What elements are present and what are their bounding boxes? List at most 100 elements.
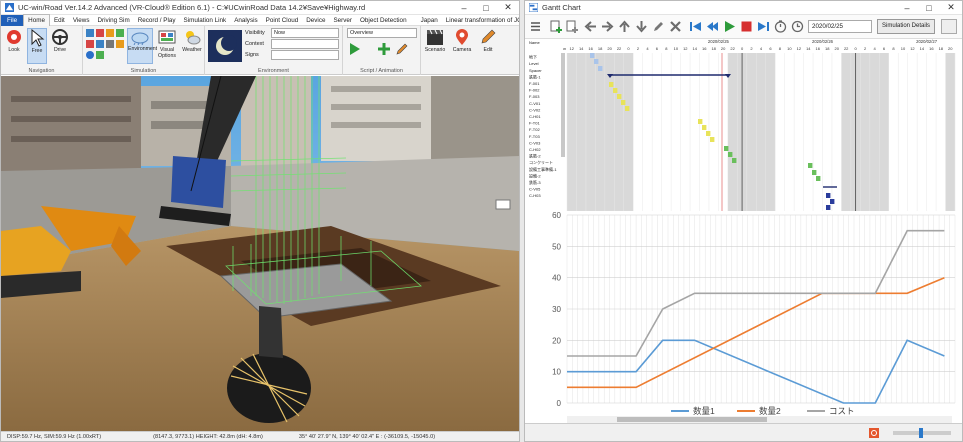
date-picker[interactable]: 2020/02/25 (808, 20, 872, 33)
warning-icon[interactable] (869, 428, 879, 438)
stop-icon[interactable] (740, 20, 753, 33)
zoom-slider[interactable] (893, 428, 951, 438)
skip-back-icon[interactable] (689, 20, 702, 33)
menu-object-detection[interactable]: Object Detection (356, 15, 411, 26)
hamburger-menu-icon[interactable] (529, 20, 542, 33)
gantt-chart-area[interactable]: 2020/02/25 2020/02/26 2020/02/2712 14 16 18 20… (525, 39, 962, 211)
gantt-close-icon[interactable]: ✕ (940, 2, 962, 13)
arrow-left-icon[interactable] (584, 20, 597, 33)
task-name[interactable]: C-H02 (529, 147, 541, 152)
task-block[interactable] (830, 199, 835, 204)
arrow-right-icon[interactable] (601, 20, 614, 33)
task-block[interactable] (621, 100, 626, 105)
overview-select[interactable]: Overview (347, 28, 417, 38)
task-name[interactable]: Spacer (529, 68, 542, 73)
task-name[interactable]: F-T02 (529, 127, 540, 132)
task-block[interactable] (706, 131, 711, 136)
visibility-select[interactable]: Now (271, 28, 339, 38)
task-block[interactable] (826, 193, 831, 198)
menu-file[interactable]: File (1, 14, 24, 26)
task-name[interactable]: 鉄筋-3 (529, 179, 541, 185)
task-block[interactable] (598, 66, 603, 71)
gantt-minimize-icon[interactable]: – (896, 3, 918, 13)
task-name[interactable]: F-003 (529, 94, 540, 99)
menu-home[interactable]: Home (23, 14, 50, 26)
close-icon[interactable]: ✕ (497, 2, 519, 13)
task-name[interactable]: 設備-2 (529, 172, 541, 178)
task-name[interactable]: F-T03 (529, 134, 540, 139)
menu-point-cloud[interactable]: Point Cloud (262, 15, 303, 26)
free-button[interactable]: Free (27, 28, 47, 64)
zoom-slider-handle[interactable] (919, 428, 923, 438)
gantt-maximize-icon[interactable]: □ (918, 3, 940, 13)
task-block[interactable] (710, 137, 715, 142)
minimize-icon[interactable]: – (453, 3, 475, 13)
timer-icon[interactable] (774, 20, 787, 33)
task-name[interactable]: F-001 (529, 81, 540, 86)
pencil-icon[interactable] (395, 42, 409, 56)
visual-options-button[interactable]: Visual Options (155, 28, 179, 59)
pencil-edit-icon[interactable] (652, 20, 665, 33)
skip-forward-icon[interactable] (757, 20, 770, 33)
menu-views[interactable]: Views (69, 15, 94, 26)
context-select[interactable] (271, 39, 339, 49)
time-setting-icon[interactable] (791, 20, 804, 33)
signs-select[interactable] (271, 50, 339, 60)
menu-record-play[interactable]: Record / Play (134, 15, 180, 26)
scrollbar-thumb[interactable] (617, 417, 767, 422)
task-name[interactable]: F-002 (529, 88, 540, 93)
task-name[interactable]: コンクリート (529, 159, 553, 165)
arrow-down-icon[interactable] (635, 20, 648, 33)
task-name[interactable]: 設備工事準備-1 (529, 166, 557, 172)
simulation-details-button[interactable]: Simulation Details (877, 19, 935, 34)
look-button[interactable]: Look (3, 28, 25, 53)
task-block[interactable] (728, 152, 733, 157)
rewind-icon[interactable] (706, 20, 719, 33)
arrow-up-icon[interactable] (618, 20, 631, 33)
task-name[interactable]: Level (529, 61, 539, 66)
weather-button[interactable]: Weather (181, 28, 203, 53)
task-name[interactable]: 地下 (529, 54, 537, 60)
task-name[interactable]: 鉄筋-2 (529, 153, 541, 159)
task-name[interactable]: C-H01 (529, 114, 541, 119)
delete-icon[interactable] (669, 20, 682, 33)
task-name[interactable]: C-V01 (529, 101, 541, 106)
task-block[interactable] (698, 119, 703, 124)
play-icon[interactable] (349, 42, 361, 56)
task-name[interactable]: Name (529, 40, 540, 45)
extra-panel-button[interactable] (941, 19, 957, 34)
menu-analysis[interactable]: Analysis (230, 15, 261, 26)
edit-button[interactable]: Edit (477, 28, 499, 53)
task-block[interactable] (617, 94, 622, 99)
task-block[interactable] (590, 53, 595, 58)
add-task-icon[interactable] (550, 20, 563, 33)
scenario-button[interactable]: Scenario (423, 28, 447, 53)
task-name[interactable]: C-V03 (529, 140, 541, 145)
task-name[interactable]: C-V05 (529, 187, 541, 192)
add-icon[interactable] (377, 42, 391, 56)
task-block[interactable] (613, 88, 618, 93)
task-block[interactable] (625, 106, 630, 111)
maximize-icon[interactable]: □ (475, 3, 497, 13)
menu-server[interactable]: Server (329, 15, 356, 26)
task-name[interactable]: C-H03 (529, 193, 541, 198)
task-name[interactable]: 鉄筋-1 (529, 73, 541, 79)
menu-edit[interactable]: Edit (50, 15, 69, 26)
drive-button[interactable]: Drive (49, 28, 71, 53)
task-name[interactable]: C-V02 (529, 107, 541, 112)
names-scrollbar[interactable] (561, 53, 565, 157)
task-block[interactable] (732, 158, 737, 163)
horizontal-scrollbar[interactable] (567, 416, 952, 423)
environment-button[interactable]: Environment (127, 28, 157, 64)
menu-device[interactable]: Device (302, 15, 329, 26)
task-block[interactable] (609, 82, 614, 87)
construction-3d-viewport[interactable] (1, 76, 519, 433)
task-block[interactable] (724, 146, 729, 151)
task-block[interactable] (594, 59, 599, 64)
menu-simulation-link[interactable]: Simulation Link (180, 15, 231, 26)
task-block[interactable] (826, 205, 831, 210)
add-subtask-icon[interactable] (566, 20, 579, 33)
task-block[interactable] (702, 125, 707, 130)
task-name[interactable]: F-T01 (529, 121, 540, 126)
task-block[interactable] (812, 170, 817, 175)
